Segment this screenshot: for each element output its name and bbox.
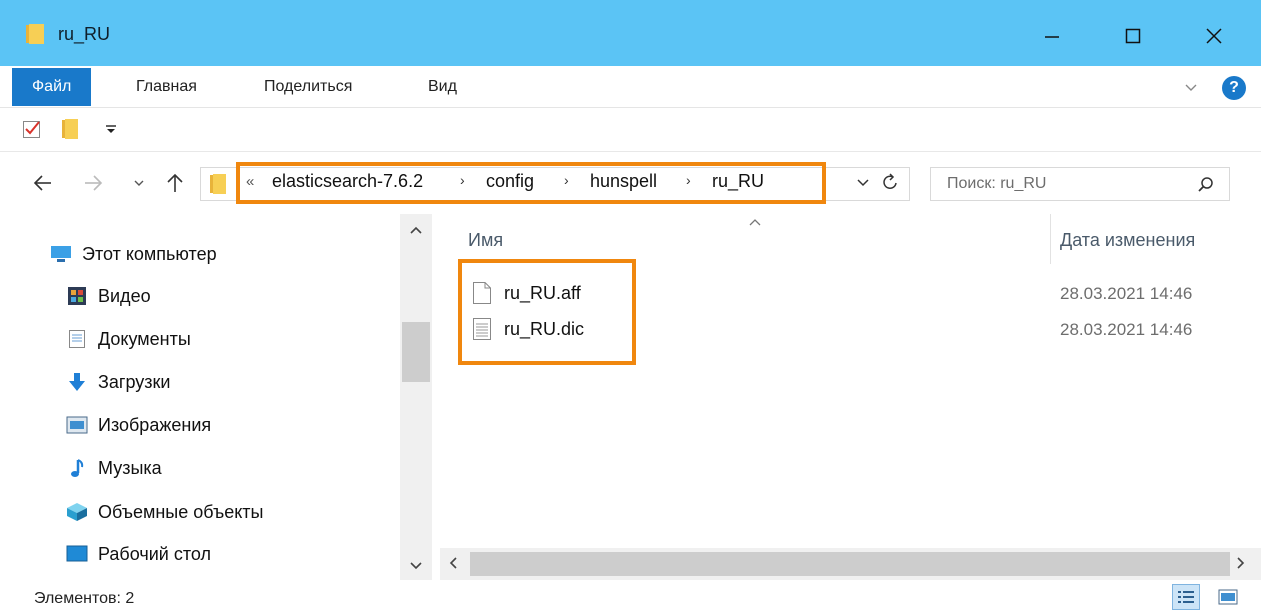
navpane-scrollbar[interactable] <box>400 214 432 580</box>
large-icons-view-button[interactable] <box>1214 584 1242 610</box>
sidebar-item-label: Загрузки <box>98 371 171 392</box>
downloads-icon <box>66 372 88 392</box>
scrollbar-thumb[interactable] <box>402 322 430 382</box>
explorer-window: ru_RU Файл Главная Поделиться Вид ? « el… <box>0 0 1261 614</box>
title-bar[interactable]: ru_RU <box>0 0 1261 66</box>
status-bar: Элементов: 2 <box>0 580 1261 614</box>
sidebar-item-label: Изображения <box>98 414 212 435</box>
sidebar-item-this-pc[interactable]: Этот компьютер <box>50 236 217 272</box>
sidebar-item-label: Видео <box>98 285 151 306</box>
content-horizontal-scrollbar[interactable] <box>440 548 1261 580</box>
refresh-icon[interactable] <box>882 172 900 197</box>
new-folder-icon[interactable] <box>62 119 78 144</box>
sidebar-item-label: Этот компьютер <box>82 243 217 264</box>
maximize-button[interactable] <box>1103 16 1163 56</box>
column-header-date[interactable]: Дата изменения <box>1060 230 1195 251</box>
sidebar-item-desktop[interactable]: Рабочий стол <box>66 536 211 572</box>
quick-access-toolbar <box>0 108 1261 152</box>
search-placeholder[interactable]: Поиск: ru_RU <box>947 175 1046 193</box>
navigation-pane: Этот компьютер Видео Документы Загрузки … <box>0 214 432 580</box>
scroll-down-chevron-icon[interactable] <box>409 558 423 576</box>
sidebar-item-video[interactable]: Видео <box>66 278 151 314</box>
file-date: 28.03.2021 14:46 <box>1060 284 1193 303</box>
address-folder-icon <box>210 174 226 199</box>
details-view-button[interactable] <box>1172 584 1200 610</box>
sidebar-item-label: Музыка <box>98 457 162 478</box>
sidebar-item-downloads[interactable]: Загрузки <box>66 364 170 400</box>
video-icon <box>66 286 88 306</box>
sidebar-item-3d-objects[interactable]: Объемные объекты <box>66 494 263 530</box>
scroll-up-chevron-icon[interactable] <box>409 222 423 240</box>
help-button[interactable]: ? <box>1222 76 1246 100</box>
scrollbar-thumb[interactable] <box>470 552 1230 576</box>
file-date: 28.03.2021 14:46 <box>1060 320 1193 339</box>
sidebar-item-label: Документы <box>98 328 191 349</box>
sidebar-item-label: Объемные объекты <box>98 501 264 522</box>
expand-ribbon-chevron-icon[interactable] <box>1184 80 1198 99</box>
sidebar-item-documents[interactable]: Документы <box>66 321 191 357</box>
column-divider[interactable] <box>1050 214 1051 264</box>
music-icon <box>66 458 88 478</box>
folder-icon <box>26 24 44 44</box>
scroll-right-chevron-icon[interactable] <box>1236 556 1246 575</box>
ribbon-tabs: Файл Главная Поделиться Вид ? <box>0 66 1261 108</box>
sort-ascending-icon <box>748 214 762 232</box>
back-button[interactable] <box>28 168 58 198</box>
computer-icon <box>50 244 72 264</box>
address-highlight-box <box>236 162 826 204</box>
address-dropdown-chevron-icon[interactable] <box>856 176 870 195</box>
close-button[interactable] <box>1184 16 1244 56</box>
tab-view[interactable]: Вид <box>414 66 471 108</box>
item-count: Элементов: 2 <box>34 590 135 607</box>
properties-checkmark-icon[interactable] <box>22 119 42 144</box>
up-button[interactable] <box>160 168 190 198</box>
sidebar-item-label: Рабочий стол <box>98 543 211 564</box>
sidebar-item-pictures[interactable]: Изображения <box>66 407 211 443</box>
sidebar-item-music[interactable]: Музыка <box>66 450 162 486</box>
forward-button[interactable] <box>78 168 108 198</box>
search-icon[interactable] <box>1197 176 1215 199</box>
search-box[interactable]: Поиск: ru_RU <box>930 167 1230 201</box>
files-highlight-box <box>458 259 636 365</box>
documents-icon <box>66 329 88 349</box>
navigation-bar: « elasticsearch-7.6.2 › config › hunspel… <box>0 152 1261 214</box>
minimize-button[interactable] <box>1022 16 1082 56</box>
window-title: ru_RU <box>58 24 111 44</box>
scroll-left-chevron-icon[interactable] <box>448 556 458 575</box>
column-header-name[interactable]: Имя <box>468 230 503 251</box>
3d-objects-icon <box>66 502 88 522</box>
recent-locations-chevron-icon[interactable] <box>124 168 154 198</box>
pictures-icon <box>66 415 88 435</box>
desktop-icon <box>66 544 88 564</box>
tab-share[interactable]: Поделиться <box>250 66 366 108</box>
customize-toolbar-dropdown-icon[interactable] <box>104 122 118 141</box>
tab-home[interactable]: Главная <box>122 66 211 108</box>
tab-file[interactable]: Файл <box>12 68 92 106</box>
